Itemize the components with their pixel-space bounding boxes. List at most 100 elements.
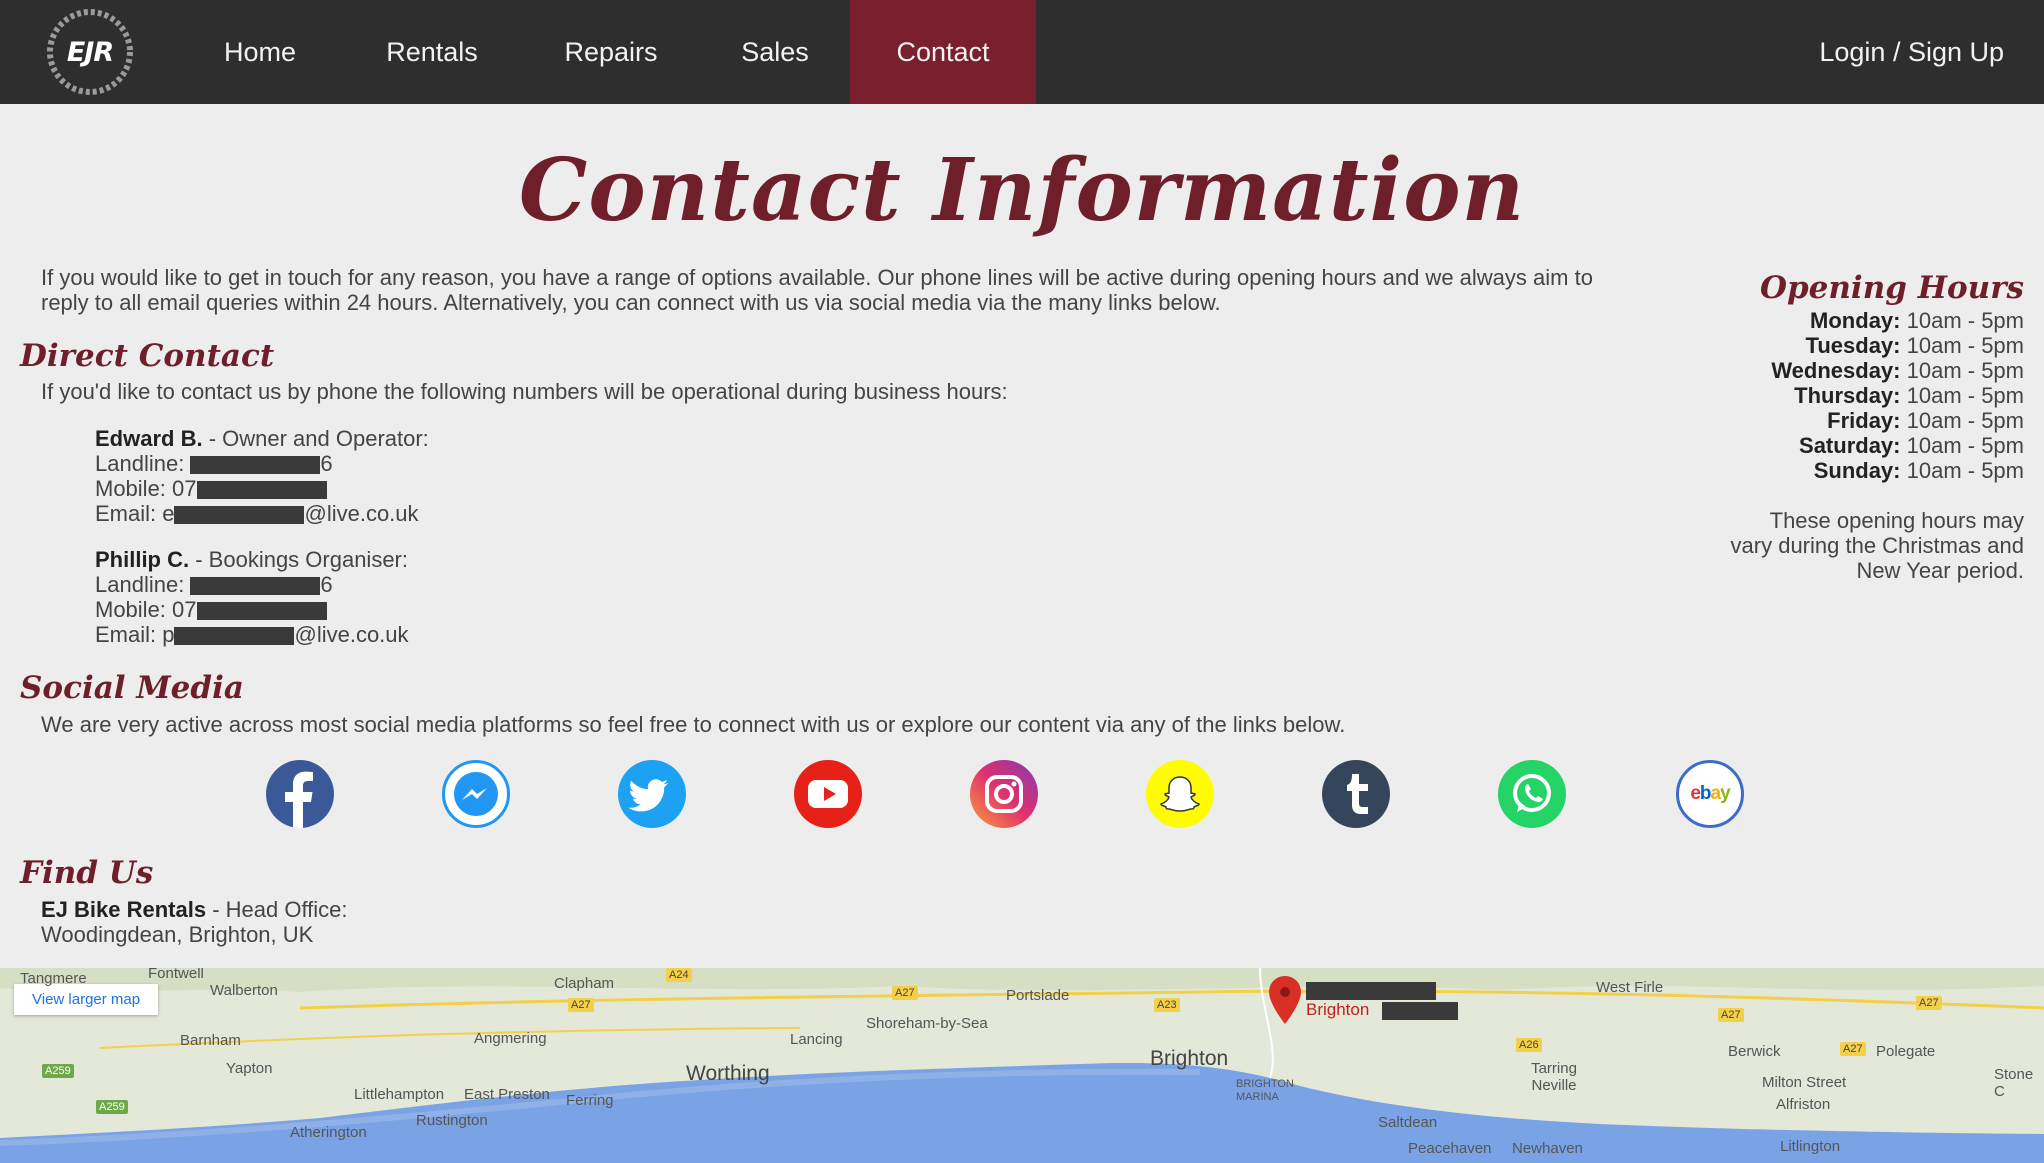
hours-row: Monday: 10am - 5pm bbox=[1810, 308, 2024, 333]
road-marker: A27 bbox=[1840, 1042, 1866, 1056]
road-marker: A259 bbox=[42, 1064, 74, 1078]
email-suffix[interactable]: @live.co.uk bbox=[294, 622, 408, 647]
mobile-label: Mobile: 07 bbox=[95, 597, 197, 622]
map-place-label: East Preston bbox=[464, 1086, 550, 1103]
map-place-label: Tangmere bbox=[20, 970, 87, 987]
map-place-label: Walberton bbox=[210, 982, 278, 999]
road-marker: A26 bbox=[1516, 1038, 1542, 1052]
map-place-label: Peacehaven bbox=[1408, 1140, 1492, 1157]
hours-row: Saturday: 10am - 5pm bbox=[1799, 433, 2024, 458]
map-place-label: Ferring bbox=[566, 1092, 614, 1109]
hours-note: These opening hours may vary during the … bbox=[1730, 508, 2024, 583]
contact-card: Phillip C. - Bookings Organiser: Landlin… bbox=[95, 547, 409, 647]
redacted-block bbox=[190, 577, 321, 596]
email-label: Email: p bbox=[95, 622, 175, 647]
road-marker: A23 bbox=[1154, 998, 1180, 1012]
hours-row: Friday: 10am - 5pm bbox=[1827, 408, 2024, 433]
map-place-label: Alfriston bbox=[1776, 1096, 1831, 1113]
direct-contact-heading: Direct Contact bbox=[20, 338, 275, 374]
road-marker: A27 bbox=[1916, 996, 1942, 1010]
map-place-label: Shoreham-by-Sea bbox=[866, 1015, 988, 1032]
redacted-block bbox=[1306, 982, 1436, 1000]
find-us-heading: Find Us bbox=[20, 855, 154, 891]
map-place-label: Lancing bbox=[790, 1031, 843, 1048]
road-marker: A259 bbox=[96, 1100, 128, 1114]
redacted-block bbox=[174, 627, 295, 646]
messenger-icon[interactable] bbox=[442, 760, 510, 828]
nav-rentals[interactable]: Rentals bbox=[362, 0, 502, 104]
tumblr-icon[interactable] bbox=[1322, 760, 1390, 828]
whatsapp-icon[interactable] bbox=[1498, 760, 1566, 828]
mobile-label: Mobile: 07 bbox=[95, 476, 197, 501]
nav-repairs[interactable]: Repairs bbox=[540, 0, 682, 104]
map-place-label: Fontwell bbox=[148, 968, 204, 982]
landline-label: Landline: bbox=[95, 451, 191, 476]
map-place-label: Litlington bbox=[1780, 1138, 1841, 1155]
head-office-address: EJ Bike Rentals - Head Office: Woodingde… bbox=[41, 897, 348, 947]
office-role: - Head Office: bbox=[206, 897, 348, 922]
map-place-label: Stone C bbox=[1994, 1066, 2034, 1100]
snapchat-icon[interactable] bbox=[1146, 760, 1214, 828]
map-place-label: Clapham bbox=[554, 975, 615, 992]
landline-suffix: 6 bbox=[320, 451, 333, 476]
landline-label: Landline: bbox=[95, 572, 191, 597]
map-place-label: Polegate bbox=[1876, 1043, 1936, 1060]
road-marker: A24 bbox=[666, 968, 692, 982]
contact-card: Edward B. - Owner and Operator: Landline… bbox=[95, 426, 429, 526]
contact-name: Edward B. bbox=[95, 426, 203, 451]
map-place-label: Barnham bbox=[180, 1032, 241, 1049]
social-media-intro: We are very active across most social me… bbox=[41, 712, 1346, 737]
social-media-heading: Social Media bbox=[20, 670, 244, 706]
direct-contact-intro: If you'd like to contact us by phone the… bbox=[41, 379, 1008, 404]
facebook-icon[interactable] bbox=[266, 760, 334, 828]
map-place-label: West Firle bbox=[1596, 979, 1664, 996]
redacted-block bbox=[174, 506, 305, 525]
top-nav: EJR Home Rentals Repairs Sales Contact L… bbox=[0, 0, 2044, 104]
logo-text: EJR bbox=[66, 36, 114, 68]
redacted-block bbox=[1382, 1002, 1458, 1020]
youtube-icon[interactable] bbox=[794, 760, 862, 828]
nav-sales[interactable]: Sales bbox=[720, 0, 830, 104]
map-place-label: Newhaven bbox=[1512, 1140, 1583, 1157]
hours-row: Thursday: 10am - 5pm bbox=[1794, 383, 2024, 408]
map-place-label: Saltdean bbox=[1378, 1114, 1438, 1131]
map-place-label: Yapton bbox=[226, 1060, 273, 1077]
map-place-label: Atherington bbox=[290, 1124, 367, 1141]
contact-name: Phillip C. bbox=[95, 547, 190, 572]
nav-contact[interactable]: Contact bbox=[850, 0, 1036, 104]
hours-row: Tuesday: 10am - 5pm bbox=[1805, 333, 2024, 358]
redacted-block bbox=[196, 481, 327, 500]
view-larger-map-button[interactable]: View larger map bbox=[14, 984, 159, 1015]
redacted-block bbox=[190, 456, 321, 475]
twitter-icon[interactable] bbox=[618, 760, 686, 828]
road-marker: A27 bbox=[892, 986, 918, 1000]
intro-text: If you would like to get in touch for an… bbox=[41, 265, 1593, 315]
map-place-label: Berwick bbox=[1728, 1043, 1781, 1060]
road-marker: A27 bbox=[568, 998, 594, 1012]
nav-home[interactable]: Home bbox=[200, 0, 320, 104]
opening-hours: Opening Hours Monday: 10am - 5pm Tuesday… bbox=[1724, 268, 2024, 583]
map-place-label: Rustington bbox=[416, 1112, 488, 1129]
email-suffix[interactable]: @live.co.uk bbox=[304, 501, 418, 526]
ejr-logo[interactable]: EJR bbox=[44, 6, 136, 98]
map-pin-icon[interactable] bbox=[1268, 976, 1302, 1028]
office-address: Woodingdean, Brighton, UK bbox=[41, 922, 314, 947]
instagram-icon[interactable] bbox=[970, 760, 1038, 828]
map-place-label: Portslade bbox=[1006, 987, 1070, 1004]
email-label: Email: e bbox=[95, 501, 175, 526]
opening-hours-heading: Opening Hours bbox=[1759, 270, 2024, 306]
embedded-map[interactable]: View larger map Tangmere Fontwell Walber… bbox=[0, 968, 2044, 1163]
login-signup-link[interactable]: Login / Sign Up bbox=[1819, 0, 2004, 104]
ebay-icon[interactable]: ebay bbox=[1676, 760, 1744, 828]
map-pin-label: Brighton bbox=[1306, 1000, 1370, 1019]
road-marker: A27 bbox=[1718, 1008, 1744, 1022]
office-name: EJ Bike Rentals bbox=[41, 897, 207, 922]
map-place-label: Milton Street bbox=[1762, 1074, 1847, 1091]
map-place-label: Angmering bbox=[474, 1030, 547, 1047]
hours-row: Wednesday: 10am - 5pm bbox=[1771, 358, 2024, 383]
contact-role: - Owner and Operator: bbox=[202, 426, 429, 451]
hours-row: Sunday: 10am - 5pm bbox=[1813, 458, 2024, 483]
landline-suffix: 6 bbox=[320, 572, 333, 597]
map-place-label: Tarring Neville bbox=[1531, 1060, 1577, 1094]
map-place-label: Worthing bbox=[686, 1062, 770, 1085]
